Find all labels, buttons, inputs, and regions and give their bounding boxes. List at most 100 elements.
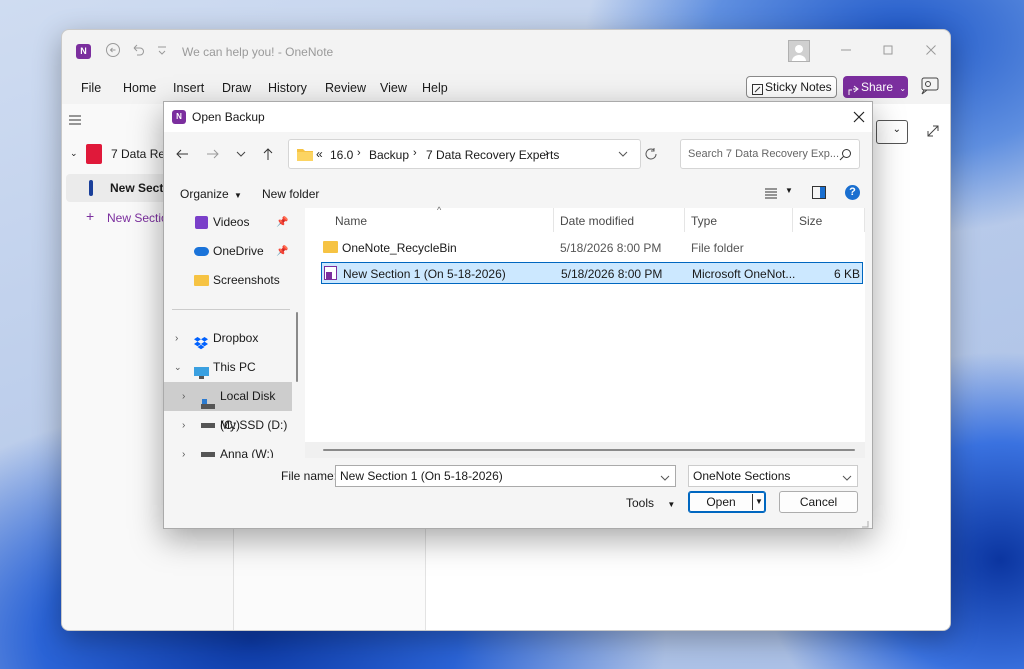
- close-window-icon[interactable]: [923, 42, 939, 58]
- menu-insert[interactable]: Insert: [173, 81, 204, 95]
- nav-item-my-ssd-d[interactable]: › My SSD (D:): [164, 411, 292, 440]
- file-name-value: New Section 1 (On 5-18-2026): [340, 469, 503, 483]
- nav-item-dropbox[interactable]: › Dropbox: [164, 324, 292, 353]
- section-name: New Secti: [110, 181, 167, 195]
- sticky-notes-button[interactable]: Sticky Notes: [746, 76, 837, 98]
- preview-pane-icon[interactable]: [812, 186, 826, 199]
- nav-scrollbar-thumb[interactable]: [296, 312, 298, 382]
- file-name-input[interactable]: New Section 1 (On 5-18-2026): [335, 465, 676, 487]
- user-avatar[interactable]: [788, 40, 810, 62]
- menu-home[interactable]: Home: [123, 81, 156, 95]
- column-header-type[interactable]: Type: [691, 214, 717, 228]
- sticky-note-icon: [752, 81, 763, 95]
- forward-arrow-icon[interactable]: [205, 146, 221, 162]
- open-button[interactable]: Open ▼: [688, 491, 766, 513]
- file-type-dropdown-icon[interactable]: [841, 470, 853, 482]
- address-dropdown-icon[interactable]: [617, 148, 629, 160]
- file-row[interactable]: OneNote_RecycleBin 5/18/2026 8:00 PM Fil…: [321, 237, 863, 259]
- undo-icon[interactable]: [130, 42, 146, 58]
- folder-icon: [297, 147, 313, 161]
- file-row-selected[interactable]: New Section 1 (On 5-18-2026) 5/18/2026 8…: [321, 262, 863, 284]
- view-dropdown[interactable]: ⌄: [876, 120, 908, 144]
- expand-icon[interactable]: [926, 124, 940, 138]
- menu-review[interactable]: Review: [325, 81, 366, 95]
- file-type: File folder: [691, 241, 744, 255]
- nav-item-this-pc[interactable]: ⌄ This PC: [164, 353, 292, 382]
- organize-button[interactable]: Organize ▼: [180, 187, 242, 201]
- nav-item-label: Dropbox: [213, 331, 259, 345]
- menu-file[interactable]: File: [81, 81, 101, 95]
- column-divider[interactable]: [864, 208, 865, 232]
- command-bar: Organize ▼ New folder ▼ ?: [164, 180, 872, 206]
- computer-icon: [194, 361, 209, 379]
- horizontal-scrollbar-thumb[interactable]: [323, 449, 855, 451]
- back-icon[interactable]: [105, 42, 121, 58]
- feedback-icon[interactable]: [920, 76, 940, 96]
- horizontal-scrollbar[interactable]: [305, 442, 865, 458]
- nav-scrollbar[interactable]: [293, 208, 301, 458]
- videos-icon: [195, 216, 208, 229]
- help-icon[interactable]: ?: [845, 185, 860, 200]
- address-bar[interactable]: « 16.0 › Backup › 7 Data Recovery Expert…: [288, 139, 657, 169]
- maximize-icon[interactable]: [880, 42, 896, 58]
- pin-icon: 📌: [276, 217, 289, 228]
- quick-access-dropdown-icon[interactable]: [156, 42, 168, 58]
- up-arrow-icon[interactable]: [260, 146, 276, 162]
- share-icon: [848, 81, 859, 95]
- breadcrumb-item[interactable]: 7 Data Recovery Experts: [426, 148, 559, 162]
- chevron-down-icon[interactable]: ⌄: [174, 353, 182, 382]
- open-dropdown-icon[interactable]: ▼: [755, 492, 763, 512]
- nav-item-label: OneDrive: [213, 244, 264, 258]
- share-button[interactable]: Share ⌄: [843, 76, 908, 98]
- search-input[interactable]: Search 7 Data Recovery Exp...: [688, 148, 839, 160]
- column-header-date[interactable]: Date modified: [560, 214, 634, 228]
- recent-locations-chevron-icon[interactable]: [235, 146, 247, 162]
- breadcrumb-item[interactable]: 16.0: [330, 148, 353, 162]
- menu-draw[interactable]: Draw: [222, 81, 251, 95]
- view-options-dropdown-icon[interactable]: ▼: [785, 186, 793, 195]
- cancel-button[interactable]: Cancel: [779, 491, 858, 513]
- refresh-icon[interactable]: [644, 147, 658, 161]
- column-divider[interactable]: [792, 208, 793, 232]
- tools-button[interactable]: Tools ▼: [626, 496, 675, 510]
- chevron-right-icon[interactable]: ›: [182, 440, 185, 458]
- chevron-right-icon[interactable]: ›: [175, 324, 178, 353]
- new-folder-button[interactable]: New folder: [262, 187, 319, 201]
- nav-item-local-disk-c[interactable]: › Local Disk (C:): [164, 382, 292, 432]
- plus-icon: +: [86, 208, 95, 224]
- file-name-label: File name:: [281, 469, 338, 483]
- chevron-down-icon: ⌄: [70, 148, 78, 158]
- dialog-footer: File name: New Section 1 (On 5-18-2026) …: [164, 458, 872, 528]
- nav-item-label: Anna (W:): [220, 447, 274, 458]
- nav-item-anna-w[interactable]: › Anna (W:): [164, 440, 292, 458]
- file-name-dropdown-icon[interactable]: [659, 470, 671, 482]
- share-chevron-icon: ⌄: [899, 84, 907, 93]
- breadcrumb-item[interactable]: Backup: [369, 148, 409, 162]
- view-options-icon[interactable]: [764, 186, 778, 200]
- column-header-name[interactable]: Name: [335, 214, 367, 228]
- column-divider[interactable]: [553, 208, 554, 232]
- minimize-icon[interactable]: [838, 42, 854, 58]
- menu-view[interactable]: View: [380, 81, 407, 95]
- nav-item-screenshots[interactable]: Screenshots: [164, 266, 292, 295]
- back-arrow-icon[interactable]: [174, 146, 190, 162]
- search-box[interactable]: Search 7 Data Recovery Exp...: [680, 139, 860, 169]
- nav-item-onedrive[interactable]: OneDrive 📌: [164, 237, 292, 266]
- chevron-right-icon[interactable]: ›: [182, 411, 185, 440]
- chevron-right-icon[interactable]: ›: [182, 382, 185, 411]
- resize-grip-icon[interactable]: [861, 517, 869, 528]
- column-divider[interactable]: [684, 208, 685, 232]
- nav-item-videos[interactable]: Videos 📌: [164, 208, 292, 237]
- menu-help[interactable]: Help: [422, 81, 448, 95]
- menu-history[interactable]: History: [268, 81, 307, 95]
- navigation-pane: Videos 📌 OneDrive 📌 Screenshots › Dropbo…: [164, 208, 292, 458]
- column-header-size[interactable]: Size: [799, 214, 822, 228]
- breadcrumb-separator-icon: ›: [545, 147, 549, 159]
- hamburger-menu-icon[interactable]: [69, 114, 81, 125]
- file-list: ^ Name Date modified Type Size OneNote_R…: [305, 205, 865, 444]
- search-icon[interactable]: [839, 148, 852, 161]
- dialog-close-icon[interactable]: [852, 110, 866, 124]
- title-bar: N We can help you! - OneNote: [62, 30, 950, 74]
- file-type-select[interactable]: OneNote Sections: [688, 465, 858, 487]
- file-type-value: OneNote Sections: [693, 469, 791, 483]
